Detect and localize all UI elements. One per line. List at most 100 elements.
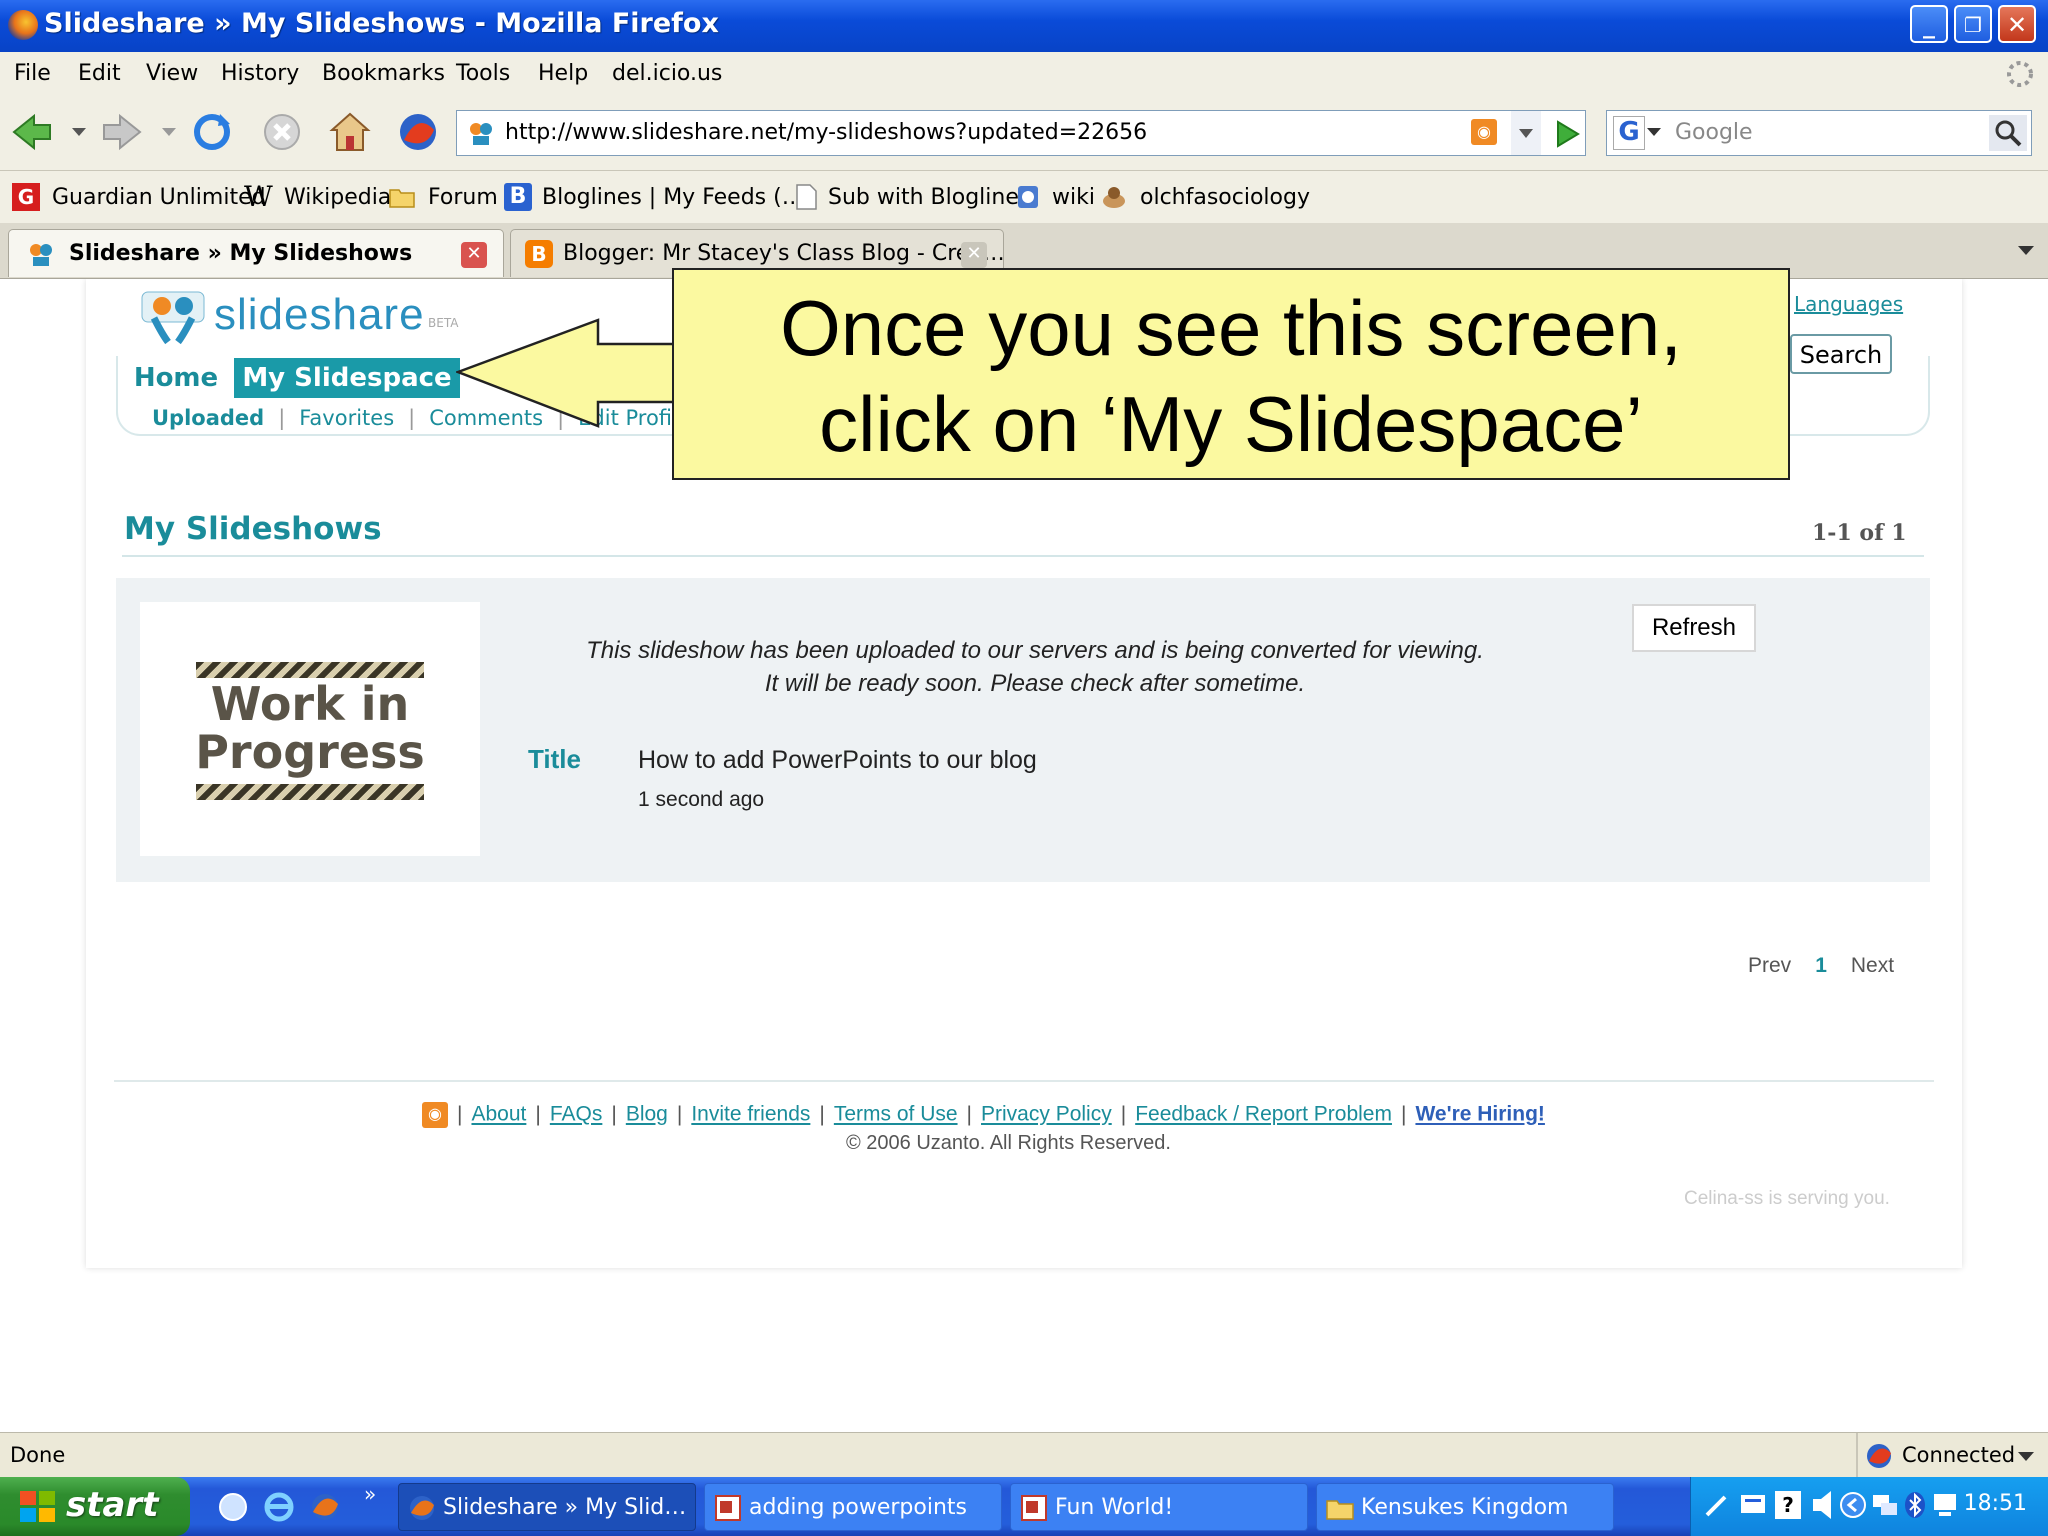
url-bar[interactable]: http://www.slideshare.net/my-slideshows?… xyxy=(456,110,1586,156)
web-search-box[interactable]: G Google xyxy=(1606,110,2032,156)
menu-view[interactable]: View xyxy=(146,61,198,86)
tutorial-callout: Once you see this screen, click on ‘My S… xyxy=(672,268,1790,480)
menu-history[interactable]: History xyxy=(221,61,299,86)
nav-my-slidespace-tab[interactable]: My Slidespace xyxy=(234,358,460,398)
firefox-quicklaunch-icon[interactable] xyxy=(308,1490,342,1524)
powerpoint-icon xyxy=(715,1495,741,1521)
start-button[interactable]: start xyxy=(0,1477,190,1536)
bookmark-wikipedia[interactable]: Wikipedia xyxy=(284,185,391,210)
rss-feed-icon[interactable]: ◉ xyxy=(1471,119,1497,145)
menu-tools[interactable]: Tools xyxy=(456,61,510,86)
tray-collapse-icon[interactable] xyxy=(1839,1491,1867,1519)
internet-explorer-icon[interactable] xyxy=(262,1490,296,1524)
show-desktop-icon[interactable] xyxy=(216,1490,250,1524)
forward-history-dropdown-icon[interactable] xyxy=(162,126,176,138)
subnav-separator: | xyxy=(408,406,416,430)
bookmark-bloglines-feeds[interactable]: Bloglines | My Feeds (… xyxy=(542,185,804,210)
wip-line-1: Work in xyxy=(210,677,410,731)
back-arrow-icon[interactable] xyxy=(10,110,54,154)
connection-status-text[interactable]: Connected xyxy=(1902,1443,2015,1467)
help-icon[interactable]: ? xyxy=(1775,1491,1801,1519)
blogger-icon: B xyxy=(525,240,553,268)
site-search-button[interactable]: Search xyxy=(1790,334,1892,374)
tab-list-dropdown-icon[interactable] xyxy=(2018,243,2034,257)
server-note: Celina-ss is serving you. xyxy=(1684,1188,1890,1209)
subnav-separator: | xyxy=(278,406,286,430)
pager-current-page: 1 xyxy=(1815,954,1827,977)
go-button-icon[interactable] xyxy=(1546,114,1586,154)
taskbar-item-kensukes-kingdom[interactable]: Kensukes Kingdom xyxy=(1316,1483,1614,1531)
footer-invite-friends-link[interactable]: Invite friends xyxy=(691,1103,810,1126)
network-icon[interactable] xyxy=(1871,1491,1899,1519)
nav-home-tab[interactable]: Home xyxy=(118,358,234,398)
tab-slideshare[interactable]: Slideshare » My Slideshows ✕ xyxy=(8,229,504,277)
reload-icon[interactable] xyxy=(190,110,234,154)
firefox-addon-icon[interactable] xyxy=(396,110,440,154)
caution-stripe xyxy=(196,784,424,800)
forward-arrow-icon[interactable] xyxy=(100,110,144,154)
rss-icon[interactable]: ◉ xyxy=(422,1102,448,1128)
footer-links: ◉ | About | FAQs | Blog | Invite friends | Terms o… xyxy=(422,1102,1545,1128)
status-divider xyxy=(1856,1433,1858,1477)
search-placeholder[interactable]: Google xyxy=(1675,120,1753,145)
taskbar-item-slideshare[interactable]: Slideshare » My Slid… xyxy=(398,1483,696,1531)
maximize-button[interactable]: ❐ xyxy=(1954,5,1992,43)
taskbar-item-adding-powerpoints[interactable]: adding powerpoints xyxy=(704,1483,1002,1531)
footer-faqs-link[interactable]: FAQs xyxy=(550,1103,603,1126)
tab-close-icon[interactable]: ✕ xyxy=(461,242,487,268)
back-history-dropdown-icon[interactable] xyxy=(72,126,86,138)
minimize-button[interactable]: _ xyxy=(1910,5,1948,43)
url-text[interactable]: http://www.slideshare.net/my-slideshows?… xyxy=(505,120,1147,145)
folder-icon xyxy=(389,189,415,208)
display-icon[interactable] xyxy=(1931,1491,1959,1519)
refresh-button[interactable]: Refresh xyxy=(1632,604,1756,652)
home-icon[interactable] xyxy=(328,110,372,154)
bookmark-forum[interactable]: Forum xyxy=(428,185,498,210)
slideshare-logo-icon xyxy=(141,291,205,345)
bookmark-olchfasociology[interactable]: olchfasociology xyxy=(1140,185,1310,210)
taskbar-item-label: adding powerpoints xyxy=(749,1495,967,1520)
stop-icon[interactable] xyxy=(260,110,304,154)
menu-file[interactable]: File xyxy=(14,61,51,86)
tab-label: Blogger: Mr Stacey's Class Blog - Crea… xyxy=(563,241,1005,266)
folder-icon xyxy=(1326,1500,1354,1520)
languages-link[interactable]: Languages xyxy=(1794,292,1903,316)
menu-delicious[interactable]: del.icio.us xyxy=(612,61,722,86)
wip-text: Work in Progress xyxy=(160,680,460,776)
footer-hiring-link[interactable]: We're Hiring! xyxy=(1415,1103,1544,1126)
throbber-icon xyxy=(2007,61,2033,87)
search-magnifier-icon[interactable] xyxy=(1989,115,2027,151)
pager-prev[interactable]: Prev xyxy=(1748,954,1791,977)
bookmarks-toolbar: G Guardian Unlimited W Wikipedia Forum B… xyxy=(0,171,2048,223)
subnav-favorites[interactable]: Favorites xyxy=(299,406,394,430)
window-titlebar[interactable]: Slideshare » My Slideshows - Mozilla Fir… xyxy=(0,0,2048,52)
footer-feedback-link[interactable]: Feedback / Report Problem xyxy=(1135,1103,1392,1126)
footer-privacy-link[interactable]: Privacy Policy xyxy=(981,1103,1112,1126)
pen-tool-icon[interactable] xyxy=(1703,1491,1731,1519)
bookmark-wiki[interactable]: wiki xyxy=(1052,185,1095,210)
connection-dropdown-icon[interactable] xyxy=(2018,1449,2034,1463)
tab-close-icon[interactable]: ✕ xyxy=(961,242,987,268)
subnav-uploaded[interactable]: Uploaded xyxy=(152,406,264,430)
url-history-dropdown-icon[interactable] xyxy=(1511,111,1541,155)
footer-blog-link[interactable]: Blog xyxy=(626,1103,668,1126)
bookmark-sub-bloglines[interactable]: Sub with Bloglines xyxy=(828,185,1030,210)
bookmark-guardian[interactable]: Guardian Unlimited xyxy=(52,185,266,210)
footer-terms-link[interactable]: Terms of Use xyxy=(834,1103,958,1126)
search-engine-dropdown-icon[interactable] xyxy=(1647,125,1661,139)
work-in-progress-thumbnail: Work in Progress xyxy=(140,602,480,856)
quicklaunch-more-icon[interactable]: » xyxy=(364,1482,376,1506)
menu-bookmarks[interactable]: Bookmarks xyxy=(322,61,445,86)
google-engine-icon[interactable]: G xyxy=(1613,116,1645,150)
menu-help[interactable]: Help xyxy=(538,61,588,86)
volume-icon[interactable] xyxy=(1809,1489,1835,1521)
menu-edit[interactable]: Edit xyxy=(78,61,121,86)
close-window-button[interactable]: ✕ xyxy=(1998,5,2036,43)
language-bar-icon[interactable] xyxy=(1739,1491,1767,1519)
pager-next[interactable]: Next xyxy=(1851,954,1894,977)
pagination: Prev 1 Next xyxy=(1748,954,1894,978)
bluetooth-icon[interactable] xyxy=(1903,1491,1927,1519)
footer-about-link[interactable]: About xyxy=(471,1103,526,1126)
taskbar-item-fun-world[interactable]: Fun World! xyxy=(1010,1483,1308,1531)
firefox-icon xyxy=(8,10,38,40)
